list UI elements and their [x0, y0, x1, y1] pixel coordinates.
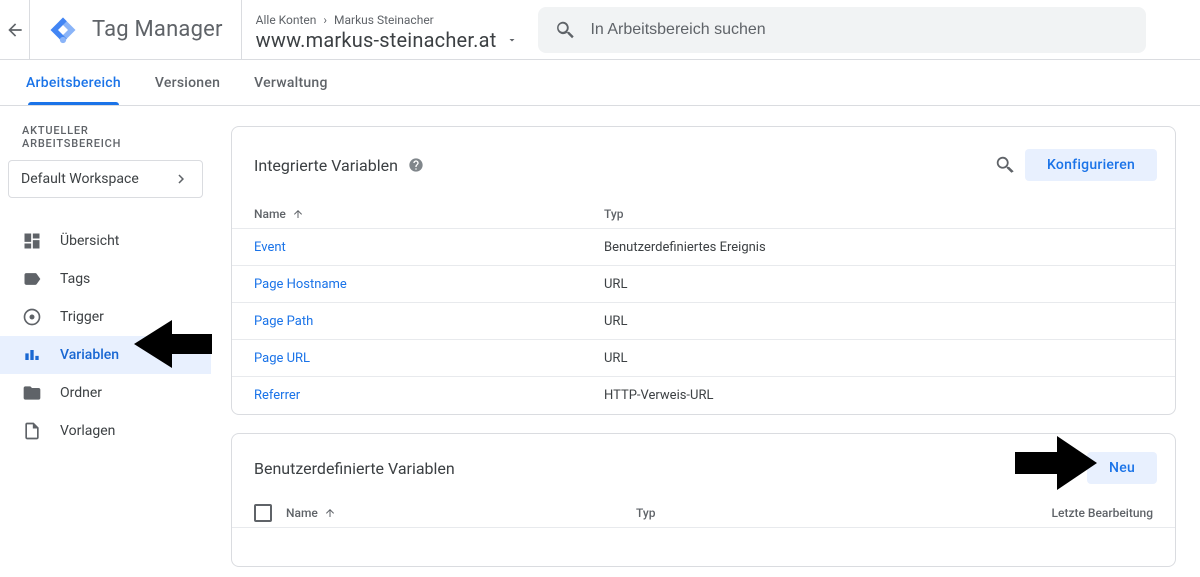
variable-icon — [22, 345, 42, 365]
search-box[interactable] — [538, 7, 1146, 53]
app-title: Tag Manager — [92, 17, 223, 42]
sidebar-item-tags[interactable]: Tags — [0, 260, 211, 298]
variable-type: Benutzerdefiniertes Ereignis — [604, 240, 766, 255]
variable-type: URL — [604, 314, 627, 329]
container-name: www.markus-steinacher.at — [256, 28, 497, 52]
template-icon — [22, 421, 42, 441]
select-all-checkbox[interactable] — [254, 504, 272, 522]
table-row[interactable]: Page Path URL — [232, 303, 1175, 340]
workspace-section-label: AKTUELLER ARBEITSBEREICH — [0, 124, 211, 160]
builtin-variables-card: Integrierte Variablen Konfigurieren Name — [231, 126, 1176, 415]
variable-link[interactable]: Page URL — [254, 351, 604, 366]
dashboard-icon — [22, 231, 42, 251]
table-row[interactable]: Page URL URL — [232, 340, 1175, 377]
custom-variables-card: Benutzerdefinierte Variablen Neu Name Ty… — [231, 433, 1176, 567]
variable-type: URL — [604, 351, 627, 366]
table-row[interactable]: Event Benutzerdefiniertes Ereignis — [232, 229, 1175, 266]
search-icon — [994, 154, 1016, 176]
sidebar-item-trigger[interactable]: Trigger — [0, 298, 211, 336]
variable-link[interactable]: Page Path — [254, 314, 604, 329]
tag-icon — [22, 269, 42, 289]
chevron-right-icon: › — [323, 13, 327, 27]
col-name[interactable]: Name — [254, 207, 286, 221]
container-selector[interactable]: www.markus-steinacher.at — [256, 28, 519, 52]
new-button[interactable]: Neu — [1087, 452, 1157, 484]
variable-link[interactable]: Page Hostname — [254, 277, 604, 292]
sort-asc-icon — [292, 208, 304, 220]
variable-link[interactable]: Referrer — [254, 388, 604, 403]
trigger-icon — [22, 307, 42, 327]
tab-versionen[interactable]: Versionen — [151, 60, 224, 105]
sidebar-item-variablen[interactable]: Variablen — [0, 336, 211, 374]
chevron-right-icon — [172, 170, 190, 188]
help-icon[interactable] — [408, 157, 424, 173]
sidebar-item-uebersicht[interactable]: Übersicht — [0, 222, 211, 260]
sidebar-item-ordner[interactable]: Ordner — [0, 374, 211, 412]
breadcrumb[interactable]: Alle Konten › Markus Steinacher — [256, 13, 519, 27]
breadcrumb-account[interactable]: Markus Steinacher — [334, 13, 434, 27]
table-row[interactable]: Referrer HTTP-Verweis-URL — [232, 377, 1175, 414]
breadcrumb-root[interactable]: Alle Konten — [256, 13, 317, 27]
col-name[interactable]: Name — [286, 506, 318, 520]
workspace-name: Default Workspace — [21, 171, 139, 187]
builtin-title: Integrierte Variablen — [254, 156, 398, 175]
workspace-selector[interactable]: Default Workspace — [8, 160, 203, 198]
col-type[interactable]: Typ — [636, 506, 986, 520]
caret-down-icon — [506, 34, 518, 46]
folder-icon — [22, 383, 42, 403]
sort-asc-icon — [324, 507, 336, 519]
variable-type: URL — [604, 277, 627, 292]
sidebar-item-vorlagen[interactable]: Vorlagen — [0, 412, 211, 450]
configure-button[interactable]: Konfigurieren — [1025, 149, 1157, 181]
variable-type: HTTP-Verweis-URL — [604, 388, 713, 403]
search-builtin-button[interactable] — [985, 145, 1025, 185]
tab-arbeitsbereich[interactable]: Arbeitsbereich — [22, 60, 125, 105]
back-button[interactable] — [0, 0, 30, 59]
custom-title: Benutzerdefinierte Variablen — [254, 459, 455, 478]
col-last-edit[interactable]: Letzte Bearbeitung — [986, 506, 1153, 520]
arrow-left-icon — [5, 20, 25, 40]
tab-verwaltung[interactable]: Verwaltung — [250, 60, 331, 105]
variable-link[interactable]: Event — [254, 240, 604, 255]
col-type[interactable]: Typ — [604, 207, 624, 221]
search-icon — [554, 19, 576, 41]
gtm-logo-icon — [48, 15, 78, 45]
table-row[interactable]: Page Hostname URL — [232, 266, 1175, 303]
search-input[interactable] — [590, 21, 1130, 39]
